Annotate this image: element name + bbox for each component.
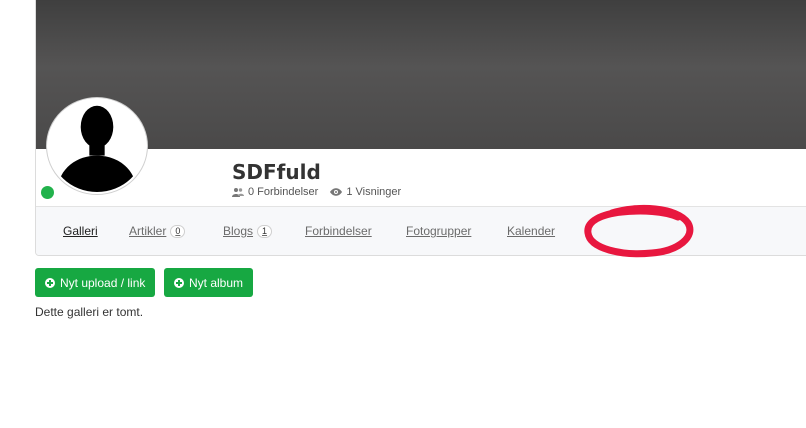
tab-count-badge: 1	[257, 224, 273, 238]
new-album-button[interactable]: Nyt album	[164, 268, 254, 297]
new-upload-button[interactable]: Nyt upload / link	[35, 268, 156, 297]
profile-username: SDFfuld	[232, 160, 321, 184]
red-circle-annotation	[584, 204, 694, 258]
tab-kalender[interactable]: Kalender	[507, 224, 555, 238]
tab-blogs[interactable]: Blogs 1	[223, 224, 273, 238]
online-status-indicator	[41, 186, 54, 199]
user-silhouette-icon	[49, 100, 145, 192]
connections-count[interactable]: 0 Forbindelser	[248, 186, 318, 198]
tab-galleri[interactable]: Galleri	[63, 224, 98, 238]
users-icon	[232, 187, 244, 197]
tab-artikler[interactable]: Artikler 0	[129, 224, 186, 238]
eye-icon	[330, 187, 343, 197]
views-count: 1 Visninger	[346, 186, 402, 198]
cover-image	[36, 0, 806, 149]
tab-fotogrupper[interactable]: Fotogrupper	[406, 224, 471, 238]
gallery-empty-message: Dette galleri er tomt.	[35, 305, 144, 319]
tab-forbindelser[interactable]: Forbindelser	[305, 224, 372, 238]
avatar[interactable]	[47, 98, 147, 194]
profile-stats: 0 Forbindelser 1 Visninger	[232, 186, 401, 198]
tab-count-badge: 0	[170, 224, 186, 238]
plus-circle-icon	[174, 277, 184, 288]
plus-circle-icon	[45, 277, 55, 288]
